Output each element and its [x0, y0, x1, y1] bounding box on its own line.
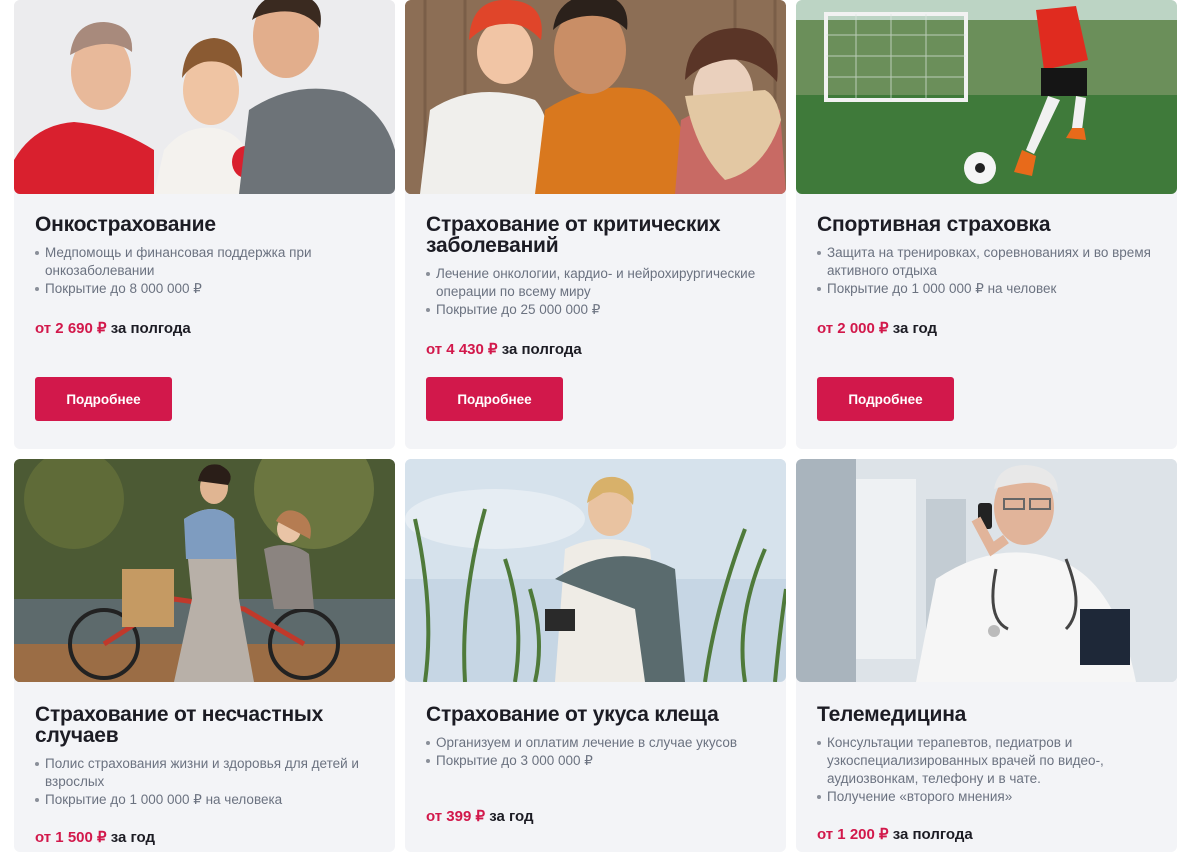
woman-in-grass-photo: [405, 459, 786, 682]
product-card-sport: Спортивная страховка Защита на тренировк…: [796, 0, 1177, 449]
price-period: за полгода: [497, 341, 582, 358]
family-portrait-photo: [14, 0, 395, 194]
price-period: за год: [485, 808, 534, 825]
feature-item: Покрытие до 25 000 000 ₽: [426, 301, 768, 319]
product-title: Страхование от укуса клеща: [426, 703, 719, 726]
feature-item: Покрытие до 1 000 000 ₽ на человека: [35, 791, 377, 809]
details-button[interactable]: Подробнее: [426, 377, 563, 421]
price-period: за полгода: [106, 320, 191, 337]
feature-item: Получение «второго мнения»: [817, 788, 1159, 806]
details-button[interactable]: Подробнее: [817, 377, 954, 421]
price: от 2 000 ₽ за год: [817, 320, 937, 338]
price-amount: от 2 000 ₽: [817, 320, 889, 337]
product-card-accident: Страхование от несчастных случаев Полис …: [14, 459, 395, 852]
details-button[interactable]: Подробнее: [35, 377, 172, 421]
feature-list: Полис страхования жизни и здоровья для д…: [35, 755, 377, 809]
price-amount: от 1 500 ₽: [35, 829, 107, 846]
product-title: Страхование от критических заболеваний: [426, 213, 721, 257]
feature-item: Покрытие до 1 000 000 ₽ на человек: [817, 280, 1159, 298]
product-title: Телемедицина: [817, 703, 967, 726]
insurance-products-grid: Онкострахование Медпомощь и финансовая п…: [0, 0, 1181, 852]
price: от 1 500 ₽ за год: [35, 829, 155, 847]
family-autumn-photo: [405, 0, 786, 194]
doctor-on-phone-photo: [796, 459, 1177, 682]
product-card-tick-bite: Страхование от укуса клеща Организуем и …: [405, 459, 786, 852]
price: от 2 690 ₽ за полгода: [35, 320, 191, 338]
feature-list: Медпомощь и финансовая поддержка при онк…: [35, 244, 377, 298]
product-card-telemedicine: Телемедицина Консультации терапевтов, пе…: [796, 459, 1177, 852]
feature-list: Лечение онкологии, кардио- и нейрохирург…: [426, 265, 768, 319]
price-amount: от 1 200 ₽: [817, 826, 889, 843]
product-card-critical-illness: Страхование от критических заболеваний Л…: [405, 0, 786, 449]
price: от 1 200 ₽ за полгода: [817, 826, 973, 844]
bicycle-family-photo: [14, 459, 395, 682]
feature-list: Защита на тренировках, соревнованиях и в…: [817, 244, 1159, 298]
feature-item: Лечение онкологии, кардио- и нейрохирург…: [426, 265, 768, 301]
feature-item: Покрытие до 8 000 000 ₽: [35, 280, 377, 298]
product-title: Онкострахование: [35, 213, 216, 236]
feature-item: Защита на тренировках, соревнованиях и в…: [817, 244, 1159, 280]
price-amount: от 399 ₽: [426, 808, 486, 825]
price-period: за год: [888, 320, 938, 337]
product-card-onco: Онкострахование Медпомощь и финансовая п…: [14, 0, 395, 449]
feature-list: Организуем и оплатим лечение в случае ук…: [426, 734, 768, 770]
feature-item: Организуем и оплатим лечение в случае ук…: [426, 734, 768, 752]
price: от 399 ₽ за год: [426, 808, 534, 826]
feature-item: Консультации терапевтов, педиатров и узк…: [817, 734, 1159, 788]
feature-item: Полис страхования жизни и здоровья для д…: [35, 755, 377, 791]
price: от 4 430 ₽ за полгода: [426, 341, 582, 359]
football-player-photo: [796, 0, 1177, 194]
product-title: Страхование от несчастных случаев: [35, 703, 324, 747]
feature-item: Покрытие до 3 000 000 ₽: [426, 752, 768, 770]
price-period: за год: [106, 829, 156, 846]
price-amount: от 4 430 ₽: [426, 341, 498, 358]
price-amount: от 2 690 ₽: [35, 320, 107, 337]
feature-list: Консультации терапевтов, педиатров и узк…: [817, 734, 1159, 806]
price-period: за полгода: [888, 826, 973, 843]
feature-item: Медпомощь и финансовая поддержка при онк…: [35, 244, 377, 280]
product-title: Спортивная страховка: [817, 213, 1051, 236]
